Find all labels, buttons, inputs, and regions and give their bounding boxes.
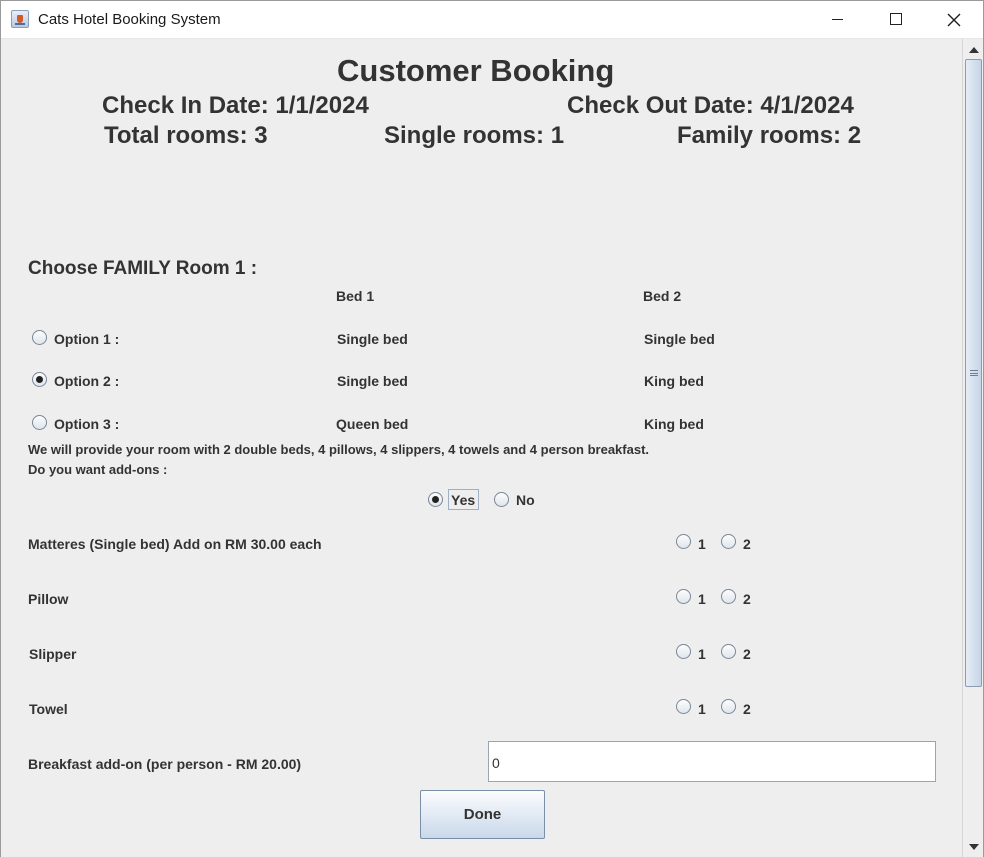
booking-panel: Customer Booking Check In Date: 1/1/2024…	[1, 39, 962, 857]
towel-qty-1-label[interactable]: 1	[698, 701, 706, 717]
option-1-radio[interactable]	[32, 330, 47, 345]
scrollbar-grip-icon	[970, 370, 978, 376]
mattress-qty-1-radio[interactable]	[676, 534, 691, 549]
option-2-bed1: Single bed	[337, 373, 408, 389]
single-rooms: Single rooms: 1	[384, 122, 565, 149]
mattress-addon-label: Matteres (Single bed) Add on RM 30.00 ea…	[28, 536, 322, 552]
option-1-label[interactable]: Option 1 :	[54, 331, 119, 347]
slipper-addon-label: Slipper	[29, 646, 77, 662]
page-title: Customer Booking	[337, 53, 615, 88]
addons-yes-label[interactable]: Yes	[451, 492, 475, 508]
breakfast-addon-label: Breakfast add-on (per person - RM 20.00)	[28, 756, 302, 772]
total-rooms: Total rooms: 3	[104, 122, 268, 149]
option-2-label[interactable]: Option 2 :	[54, 373, 119, 389]
title-bar[interactable]: Cats Hotel Booking System	[1, 1, 983, 39]
slipper-qty-1-radio[interactable]	[676, 644, 691, 659]
mattress-qty-2-label[interactable]: 2	[743, 536, 751, 552]
maximize-button[interactable]	[867, 1, 925, 39]
pillow-qty-2-label[interactable]: 2	[743, 591, 751, 607]
window-title: Cats Hotel Booking System	[38, 11, 221, 28]
option-3-label[interactable]: Option 3 :	[54, 416, 119, 432]
pillow-qty-1-radio[interactable]	[676, 589, 691, 604]
app-window: Cats Hotel Booking System Customer Booki…	[0, 0, 984, 857]
towel-qty-1-radio[interactable]	[676, 699, 691, 714]
addons-yes-radio[interactable]	[428, 492, 443, 507]
towel-addon-label: Towel	[29, 701, 68, 717]
slipper-qty-2-label[interactable]: 2	[743, 646, 751, 662]
bed1-column-header: Bed 1	[336, 288, 375, 304]
minimize-button[interactable]	[809, 1, 867, 39]
option-2-radio[interactable]	[32, 372, 47, 387]
option-3-bed1: Queen bed	[336, 416, 409, 432]
scroll-up-arrow-icon[interactable]	[965, 41, 982, 58]
provision-info: We will provide your room with 2 double …	[28, 442, 650, 457]
option-3-bed2: King bed	[644, 416, 704, 432]
mattress-qty-2-radio[interactable]	[721, 534, 736, 549]
close-icon	[947, 13, 961, 27]
family-rooms: Family rooms: 2	[677, 122, 862, 149]
pillow-qty-2-radio[interactable]	[721, 589, 736, 604]
pillow-qty-1-label[interactable]: 1	[698, 591, 706, 607]
breakfast-quantity-field[interactable]: 0	[488, 741, 936, 782]
scrollbar-thumb[interactable]	[965, 59, 982, 687]
addons-no-radio[interactable]	[494, 492, 509, 507]
slipper-qty-1-label[interactable]: 1	[698, 646, 706, 662]
option-3-radio[interactable]	[32, 415, 47, 430]
towel-qty-2-radio[interactable]	[721, 699, 736, 714]
vertical-scrollbar[interactable]	[962, 39, 983, 857]
pillow-addon-label: Pillow	[28, 591, 69, 607]
option-1-bed1: Single bed	[337, 331, 408, 347]
scroll-down-arrow-icon[interactable]	[965, 838, 982, 855]
room-choice-heading: Choose FAMILY Room 1 :	[28, 258, 258, 279]
mattress-qty-1-label[interactable]: 1	[698, 536, 706, 552]
addons-no-label[interactable]: No	[516, 492, 535, 508]
addons-question: Do you want add-ons :	[28, 462, 168, 477]
close-button[interactable]	[925, 1, 983, 39]
slipper-qty-2-radio[interactable]	[721, 644, 736, 659]
option-1-bed2: Single bed	[644, 331, 715, 347]
bed2-column-header: Bed 2	[643, 288, 682, 304]
done-button[interactable]: Done	[420, 790, 545, 839]
java-app-icon	[11, 10, 29, 28]
towel-qty-2-label[interactable]: 2	[743, 701, 751, 717]
check-out-date: Check Out Date: 4/1/2024	[567, 92, 854, 119]
option-2-bed2: King bed	[644, 373, 704, 389]
check-in-date: Check In Date: 1/1/2024	[102, 92, 369, 119]
